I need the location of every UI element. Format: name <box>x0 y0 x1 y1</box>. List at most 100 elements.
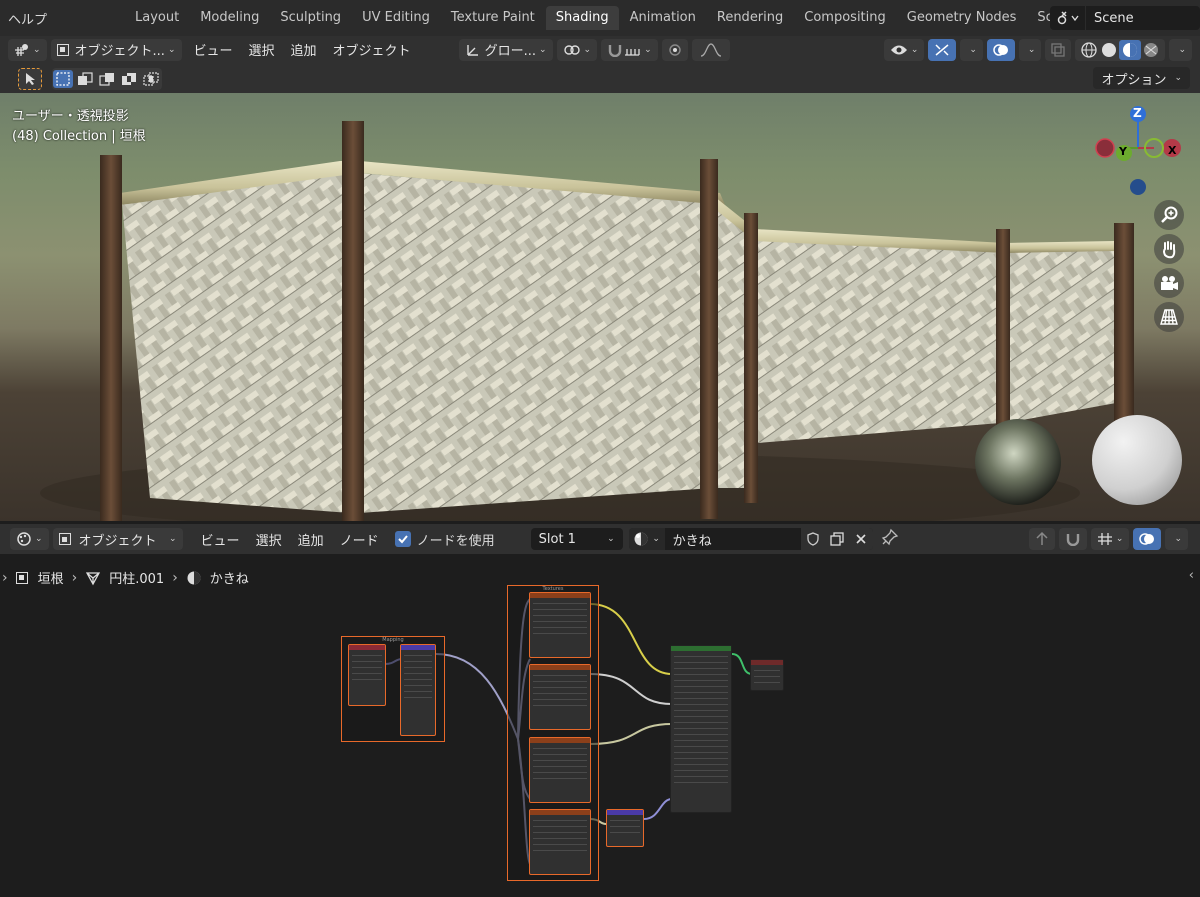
tab-animation[interactable]: Animation <box>620 6 706 30</box>
tab-uv-editing[interactable]: UV Editing <box>352 6 440 30</box>
overlays-icon <box>993 43 1008 56</box>
camera-view-button[interactable] <box>1154 268 1184 298</box>
tab-geometry-nodes[interactable]: Geometry Nodes <box>897 6 1027 30</box>
use-nodes-label[interactable]: ノードを使用 <box>417 530 495 549</box>
pin-button[interactable] <box>881 528 899 550</box>
pan-button[interactable] <box>1154 234 1184 264</box>
node-overlays-toggle[interactable] <box>1133 528 1162 550</box>
top-bar: ヘルプ Layout Modeling Sculpting UV Editing… <box>0 0 1200 36</box>
wireframe-shading-icon[interactable] <box>1079 41 1099 59</box>
node-header <box>530 738 590 743</box>
falloff-curve-icon <box>700 42 721 57</box>
node-snap-menu[interactable]: ⌄ <box>1090 528 1130 550</box>
select-subtract-icon[interactable] <box>97 70 117 88</box>
image-texture-node-3[interactable] <box>529 737 591 803</box>
scene-icon[interactable] <box>1050 6 1086 30</box>
object-mode-icon <box>56 43 69 56</box>
solid-shading-icon[interactable] <box>1099 41 1119 59</box>
visibility-selector[interactable]: ⌄ <box>883 38 925 61</box>
select-new-icon[interactable] <box>53 70 73 88</box>
perspective-toggle-button[interactable] <box>1154 302 1184 332</box>
options-label: オプション <box>1101 72 1167 88</box>
menu-view[interactable]: ビュー <box>193 530 248 549</box>
tab-texture-paint[interactable]: Texture Paint <box>441 6 545 30</box>
node-header <box>671 646 731 651</box>
normal-map-node[interactable] <box>606 809 644 847</box>
orientation-label: グロー... <box>484 44 536 59</box>
rendered-shading-icon[interactable] <box>1141 41 1161 59</box>
pivot-selector[interactable]: ⌄ <box>556 38 598 61</box>
select-extend-icon[interactable] <box>75 70 95 88</box>
editor-type-button[interactable]: ⌄ <box>8 38 47 61</box>
scene-name[interactable]: Scene <box>1086 11 1134 26</box>
shader-editor-header: ⌄ オブジェクト ⌄ ビュー 選択 追加 ノード ノードを使用 Slot 1 ⌄ ⌄… <box>0 524 1200 554</box>
menu-object[interactable]: オブジェクト <box>325 40 419 59</box>
select-invert-icon[interactable] <box>119 70 139 88</box>
menu-add[interactable]: 追加 <box>290 530 332 549</box>
close-icon <box>856 534 866 544</box>
shader-mode-selector[interactable]: オブジェクト ⌄ <box>52 528 183 550</box>
tab-rendering[interactable]: Rendering <box>707 6 793 30</box>
overlays-toggle[interactable] <box>986 38 1015 61</box>
menu-view[interactable]: ビュー <box>186 40 241 59</box>
overlays-menu[interactable]: ⌄ <box>1018 38 1042 61</box>
fence-scene <box>40 121 1182 521</box>
tab-sculpting[interactable]: Sculpting <box>270 6 351 30</box>
fake-user-button[interactable] <box>800 528 825 550</box>
menu-select[interactable]: 選択 <box>248 530 290 549</box>
select-tool-button[interactable] <box>18 68 42 90</box>
tab-shading[interactable]: Shading <box>545 6 619 30</box>
hand-icon <box>1163 241 1176 259</box>
tab-layout[interactable]: Layout <box>125 6 189 30</box>
material-name-field[interactable]: かきね <box>665 530 801 549</box>
magnet-icon <box>608 44 622 57</box>
menu-add[interactable]: 追加 <box>283 40 325 59</box>
use-nodes-checkbox[interactable] <box>394 531 411 547</box>
menu-help[interactable]: ヘルプ <box>0 9 55 28</box>
node-editor-canvas[interactable]: › 垣根 › 円柱.001 › かきね ‹ Mapping Textures <box>0 554 1200 897</box>
shader-type-selector[interactable]: ⌄ <box>10 528 49 550</box>
image-texture-node-4[interactable] <box>529 809 591 875</box>
3d-viewport[interactable]: ユーザー・透視投影 (48) Collection | 垣根 Z Y X <box>0 93 1200 521</box>
viewport-tool-settings: オプション ⌄ <box>0 63 1200 93</box>
duplicate-material-button[interactable] <box>824 528 849 550</box>
mode-label: オブジェクト... <box>74 44 165 59</box>
proportional-edit-toggle[interactable] <box>661 38 688 61</box>
select-intersect-icon[interactable] <box>141 70 161 88</box>
node-overlays-menu[interactable]: ⌄ <box>1165 528 1188 550</box>
material-output-node[interactable] <box>750 659 784 691</box>
slot-selector[interactable]: Slot 1 ⌄ <box>530 528 623 550</box>
mapping-node[interactable] <box>400 644 436 736</box>
checkmark-icon <box>397 535 408 544</box>
gizmo-y-label: Y <box>1119 145 1127 158</box>
mode-selector[interactable]: オブジェクト... ⌄ <box>50 38 182 61</box>
scene-selector[interactable]: Scene <box>1050 6 1200 30</box>
texture-coordinate-node[interactable] <box>348 644 386 706</box>
tab-compositing[interactable]: Compositing <box>794 6 896 30</box>
snap-toggle[interactable]: ⌄ <box>601 38 658 61</box>
node-snap-toggle[interactable] <box>1058 528 1087 550</box>
gizmo-toggle[interactable] <box>928 38 957 61</box>
tab-modeling[interactable]: Modeling <box>190 6 269 30</box>
mapping-frame-title: Mapping <box>382 637 404 643</box>
principled-bsdf-node[interactable] <box>670 645 732 813</box>
xray-toggle[interactable] <box>1045 38 1072 61</box>
transform-orientation-selector[interactable]: グロー... ⌄ <box>458 38 553 61</box>
menu-node[interactable]: ノード <box>332 530 387 549</box>
material-browse-button[interactable]: ⌄ <box>628 528 665 550</box>
parent-node-tree-button[interactable] <box>1028 528 1055 550</box>
viewport-header: ⌄ オブジェクト... ⌄ ビュー 選択 追加 オブジェクト グロー... ⌄ ⌄ … <box>0 36 1200 63</box>
zoom-icon <box>1161 206 1178 223</box>
zoom-button[interactable] <box>1154 200 1184 230</box>
falloff-selector[interactable] <box>691 38 730 61</box>
image-texture-node-1[interactable] <box>529 592 591 658</box>
camera-icon <box>1161 276 1178 290</box>
image-texture-node-2[interactable] <box>529 664 591 730</box>
shading-menu[interactable]: ⌄ <box>1169 38 1192 61</box>
gizmo-menu[interactable]: ⌄ <box>960 38 983 61</box>
shading-mode-group <box>1075 38 1166 61</box>
options-dropdown[interactable]: オプション ⌄ <box>1093 67 1190 89</box>
material-preview-icon[interactable] <box>1119 39 1142 60</box>
unlink-material-button[interactable] <box>848 528 873 550</box>
menu-select[interactable]: 選択 <box>241 40 283 59</box>
